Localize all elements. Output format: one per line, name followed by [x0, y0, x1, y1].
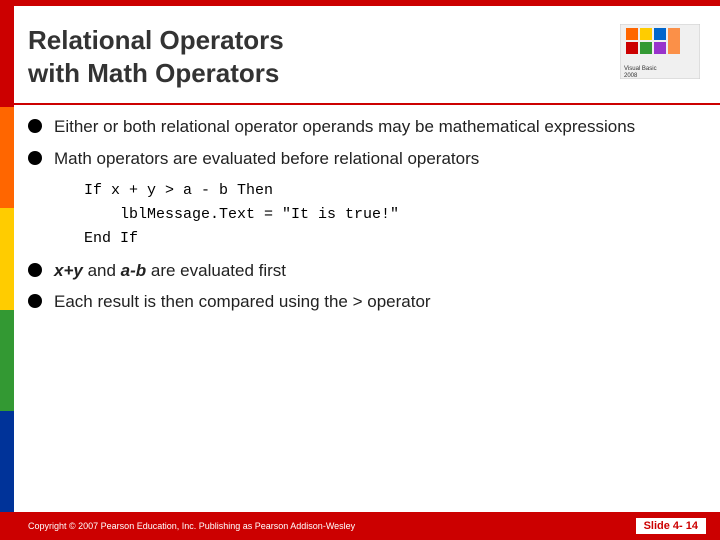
bullet-item-1: Either or both relational operator opera… [28, 115, 690, 139]
strip-yellow [0, 208, 14, 309]
code-line2: lblMessage.Text = "It is true!" [84, 206, 399, 223]
strip-red [0, 6, 14, 107]
slide-number: Slide 4- 14 [636, 518, 706, 534]
header-divider [0, 103, 720, 105]
title-line2: with Math Operators [28, 58, 279, 88]
header: Relational Operators with Math Operators… [0, 6, 720, 103]
bullet-marker-4 [28, 294, 42, 308]
logo: Visual Basic 2008 [620, 24, 700, 79]
bullet-item-2: Math operators are evaluated before rela… [28, 147, 690, 171]
strip-orange [0, 107, 14, 208]
strip-blue [0, 411, 14, 512]
bullet-marker-3 [28, 263, 42, 277]
logo-svg: Visual Basic 2008 [620, 24, 700, 79]
bullet-item-4: Each result is then compared using the >… [28, 290, 690, 314]
strip-green [0, 310, 14, 411]
footer-copyright: Copyright © 2007 Pearson Education, Inc.… [28, 521, 355, 531]
bullet-list: Either or both relational operator opera… [28, 115, 690, 322]
text-after: are evaluated first [146, 261, 286, 280]
header-title: Relational Operators with Math Operators [28, 24, 620, 89]
svg-text:2008: 2008 [624, 73, 638, 79]
code-line3: End If [84, 230, 138, 247]
code-block-item: If x + y > a - b Then lblMessage.Text = … [28, 179, 690, 251]
code-line1: If x + y > a - b Then [84, 182, 273, 199]
bullet-marker-1 [28, 119, 42, 133]
content: Either or both relational operator opera… [0, 115, 720, 540]
code-block: If x + y > a - b Then lblMessage.Text = … [84, 179, 690, 251]
title-line1: Relational Operators [28, 25, 284, 55]
bullet-item-3: x+y and a-b are evaluated first [28, 259, 690, 283]
svg-text:Visual Basic: Visual Basic [624, 66, 657, 72]
slide: Relational Operators with Math Operators… [0, 0, 720, 540]
footer: Copyright © 2007 Pearson Education, Inc.… [0, 512, 720, 540]
text-mid: and [83, 261, 121, 280]
bold-italic-ab: a-b [121, 261, 147, 280]
slide-title: Relational Operators with Math Operators [28, 24, 620, 89]
bullet-text-2: Math operators are evaluated before rela… [54, 147, 690, 171]
bullet-text-1: Either or both relational operator opera… [54, 115, 690, 139]
bullet-text-3: x+y and a-b are evaluated first [54, 259, 690, 283]
bullet-text-4: Each result is then compared using the >… [54, 290, 690, 314]
bold-italic-xy: x+y [54, 261, 83, 280]
bullet-marker-2 [28, 151, 42, 165]
left-sidebar [0, 6, 14, 512]
